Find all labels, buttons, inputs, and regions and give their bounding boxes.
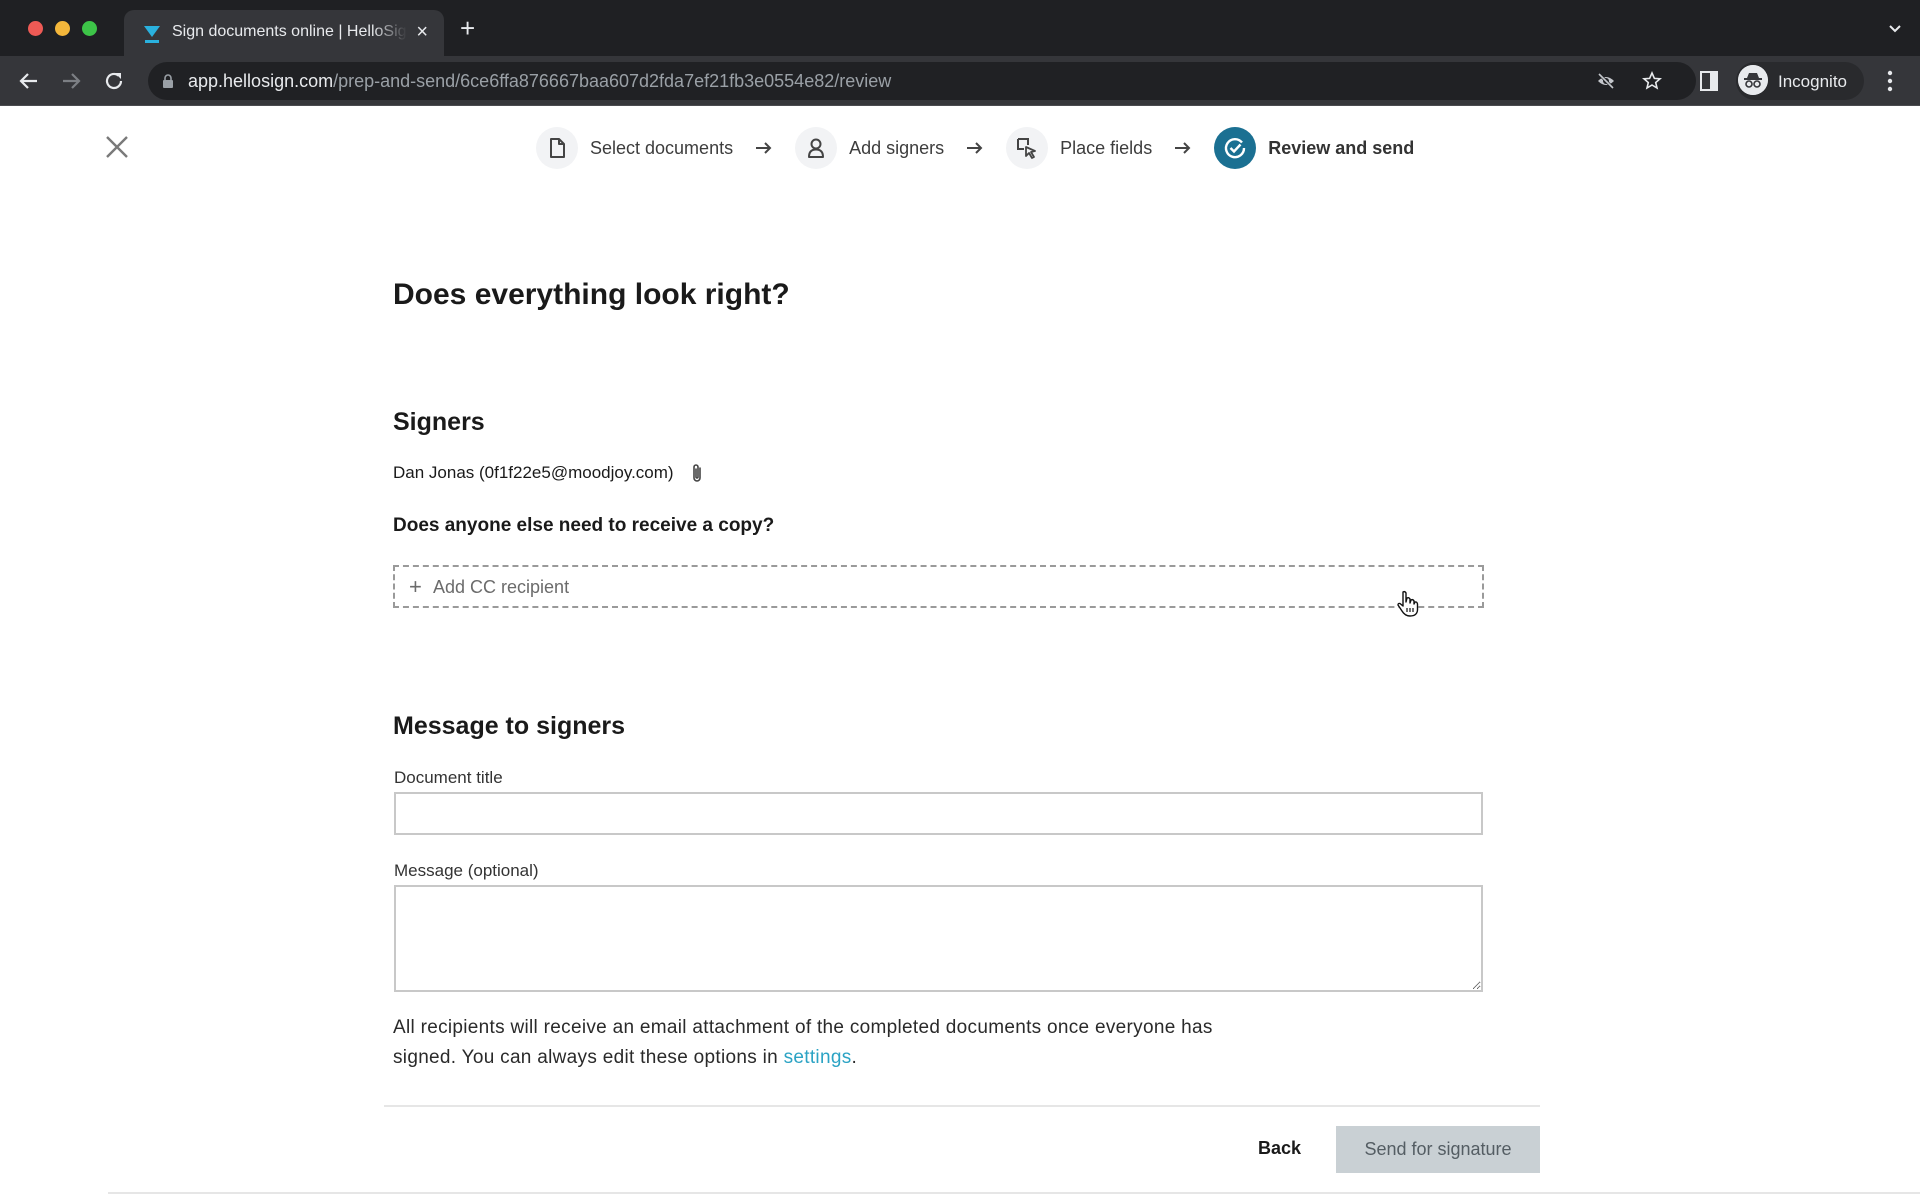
arrow-right-icon	[756, 142, 772, 154]
arrow-right-icon	[1175, 142, 1191, 154]
step-select-documents[interactable]: Select documents	[536, 127, 733, 169]
step-label: Select documents	[590, 137, 734, 158]
bookmark-star-icon[interactable]	[1642, 71, 1662, 91]
incognito-icon	[1738, 65, 1768, 95]
person-icon	[808, 138, 825, 158]
bottom-divider	[108, 1192, 1920, 1194]
signer-name-email: Dan Jonas (0f1f22e5@moodjoy.com)	[393, 463, 674, 482]
document-title-input[interactable]	[394, 792, 1483, 835]
url-path: /prep-and-send/6ce6ffa876667baa607d2fda7…	[333, 71, 892, 91]
side-panel-icon[interactable]	[1700, 71, 1718, 91]
send-for-signature-button[interactable]: Send for signature	[1336, 1126, 1540, 1173]
add-cc-recipient-button[interactable]: + Add CC recipient	[393, 565, 1484, 608]
step-label: Place fields	[1060, 137, 1153, 158]
footer-divider	[384, 1105, 1540, 1107]
step-icon-wrap	[795, 127, 838, 169]
add-cc-label: Add CC recipient	[433, 577, 570, 597]
completion-note: All recipients will receive an email att…	[393, 1013, 1213, 1073]
signers-heading: Signers	[393, 408, 485, 436]
eye-slash-icon[interactable]	[1596, 71, 1616, 91]
incognito-label: Incognito	[1778, 72, 1847, 91]
close-icon[interactable]	[104, 134, 130, 160]
step-icon-wrap	[536, 127, 578, 169]
progress-stepper: Select documents Add signers Place field…	[536, 126, 1414, 170]
window-close-button[interactable]	[28, 21, 43, 36]
message-label: Message (optional)	[394, 861, 539, 880]
step-add-signers[interactable]: Add signers	[795, 127, 944, 169]
step-icon-wrap	[1006, 127, 1049, 169]
step-label: Review and send	[1268, 137, 1415, 158]
place-field-icon	[1017, 138, 1037, 159]
browser-tab[interactable]: Sign documents online | HelloSign ×	[124, 10, 444, 56]
check-circle-icon	[1225, 137, 1246, 159]
plus-icon: +	[409, 574, 422, 599]
cc-question: Does anyone else need to receive a copy?	[393, 515, 775, 536]
message-textarea[interactable]	[394, 885, 1483, 992]
browser-menu-icon[interactable]	[1886, 70, 1894, 92]
note-end: .	[851, 1047, 858, 1068]
arrow-right-icon	[967, 142, 983, 154]
back-button[interactable]: Back	[1258, 1138, 1301, 1159]
step-icon-wrap-active	[1214, 127, 1257, 169]
tab-close-icon[interactable]: ×	[416, 21, 428, 44]
window-zoom-button[interactable]	[82, 21, 97, 36]
hellosign-favicon-icon	[144, 26, 160, 43]
tab-search-chevron-icon[interactable]	[1888, 22, 1902, 36]
step-review-and-send[interactable]: Review and send	[1214, 127, 1414, 169]
address-bar[interactable]: app.hellosign.com/prep-and-send/6ce6ffa8…	[148, 62, 1696, 100]
window-minimize-button[interactable]	[55, 21, 70, 36]
lock-icon	[163, 74, 173, 88]
new-tab-button[interactable]: +	[460, 15, 475, 41]
reload-icon[interactable]	[101, 68, 127, 94]
settings-link[interactable]: settings	[784, 1047, 852, 1068]
incognito-profile-button[interactable]: Incognito	[1736, 62, 1864, 100]
step-label: Add signers	[849, 137, 945, 158]
url-text: app.hellosign.com/prep-and-send/6ce6ffa8…	[188, 71, 891, 92]
browser-tab-bar: Sign documents online | HelloSign × +	[0, 0, 1920, 56]
page-title: Does everything look right?	[393, 278, 790, 311]
document-title-label: Document title	[394, 768, 503, 787]
back-arrow-icon[interactable]	[16, 68, 42, 94]
document-icon	[550, 138, 565, 158]
step-place-fields[interactable]: Place fields	[1006, 127, 1152, 169]
browser-toolbar: app.hellosign.com/prep-and-send/6ce6ffa8…	[0, 56, 1920, 106]
paperclip-icon[interactable]	[690, 462, 704, 484]
tab-title: Sign documents online | HelloSign	[172, 23, 407, 40]
signer-item: Dan Jonas (0f1f22e5@moodjoy.com)	[393, 462, 704, 484]
forward-arrow-icon[interactable]	[58, 68, 84, 94]
message-heading: Message to signers	[393, 712, 626, 740]
url-host: app.hellosign.com	[188, 71, 334, 91]
